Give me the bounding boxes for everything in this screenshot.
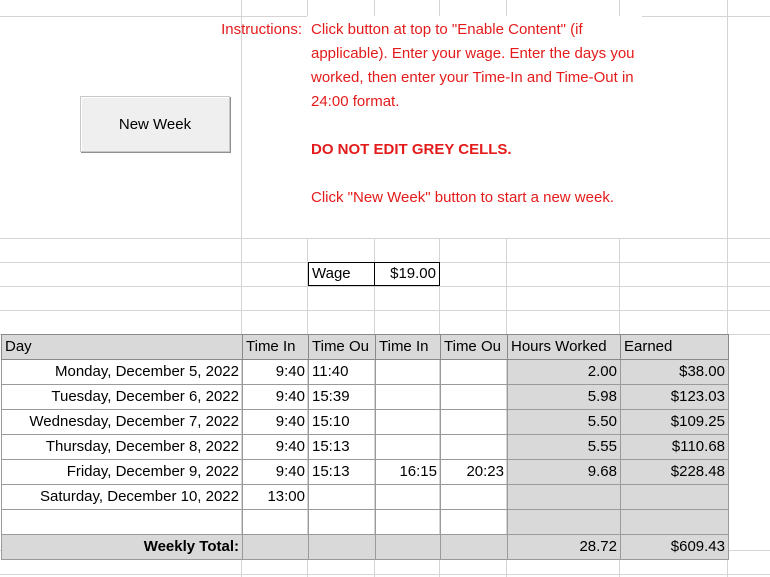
time-in-2-cell[interactable]: 16:15 [375, 459, 441, 485]
total-empty-cell [242, 534, 309, 560]
gridline [0, 238, 770, 239]
time-in-2-cell[interactable] [375, 434, 441, 460]
earned-cell [620, 484, 729, 510]
hours-worked-cell: 9.68 [507, 459, 621, 485]
hours-worked-cell: 5.50 [507, 409, 621, 435]
time-out-1-cell[interactable]: 15:39 [308, 384, 376, 410]
time-in-1-cell[interactable] [242, 509, 309, 535]
new-week-instruction: Click "New Week" button to start a new w… [311, 189, 614, 206]
hours-worked-cell: 2.00 [507, 359, 621, 385]
total-empty-cell [308, 534, 376, 560]
day-cell[interactable] [1, 509, 243, 535]
header-earned: Earned [620, 334, 729, 360]
time-in-2-cell[interactable] [375, 359, 441, 385]
header-time-in-1: Time In [242, 334, 309, 360]
wage-label: Wage [309, 263, 375, 285]
table-row: Wednesday, December 7, 2022 9:40 15:10 5… [1, 409, 729, 435]
day-cell[interactable]: Wednesday, December 7, 2022 [1, 409, 243, 435]
time-out-2-cell[interactable] [440, 484, 508, 510]
time-in-1-cell[interactable]: 9:40 [242, 434, 309, 460]
earned-cell: $110.68 [620, 434, 729, 460]
grey-cells-warning: DO NOT EDIT GREY CELLS. [311, 141, 512, 158]
time-in-2-cell[interactable] [375, 409, 441, 435]
earned-cell [620, 509, 729, 535]
new-week-button[interactable]: New Week [80, 96, 230, 152]
table-row: Tuesday, December 6, 2022 9:40 15:39 5.9… [1, 384, 729, 410]
timesheet-table: Day Time In Time Ou Time In Time Ou Hour… [1, 334, 729, 560]
hours-worked-cell [507, 509, 621, 535]
total-hours-worked: 28.72 [507, 534, 621, 560]
day-cell[interactable]: Monday, December 5, 2022 [1, 359, 243, 385]
earned-cell: $123.03 [620, 384, 729, 410]
time-out-2-cell[interactable] [440, 434, 508, 460]
time-out-1-cell[interactable]: 15:13 [308, 434, 376, 460]
time-out-2-cell[interactable] [440, 409, 508, 435]
hours-worked-cell: 5.55 [507, 434, 621, 460]
instructions-panel: Click button at top to "Enable Content" … [307, 16, 642, 238]
total-empty-cell [440, 534, 508, 560]
time-out-1-cell[interactable]: 15:10 [308, 409, 376, 435]
hours-worked-cell: 5.98 [507, 384, 621, 410]
time-out-1-cell[interactable]: 11:40 [308, 359, 376, 385]
table-row: Saturday, December 10, 2022 13:00 [1, 484, 729, 510]
wage-input-cell[interactable]: $19.00 [375, 263, 439, 285]
time-in-1-cell[interactable]: 9:40 [242, 359, 309, 385]
gridline [0, 310, 770, 311]
earned-cell: $228.48 [620, 459, 729, 485]
table-row [1, 509, 729, 535]
time-in-1-cell[interactable]: 9:40 [242, 409, 309, 435]
table-row: Friday, December 9, 2022 9:40 15:13 16:1… [1, 459, 729, 485]
time-in-2-cell[interactable] [375, 509, 441, 535]
header-time-out-2: Time Ou [440, 334, 508, 360]
time-in-2-cell[interactable] [375, 384, 441, 410]
time-out-1-cell[interactable] [308, 509, 376, 535]
time-out-2-cell[interactable] [440, 509, 508, 535]
instructions-text: Click button at top to "Enable Content" … [311, 21, 635, 110]
time-out-1-cell[interactable] [308, 484, 376, 510]
header-time-out-1: Time Ou [308, 334, 376, 360]
day-cell[interactable]: Friday, December 9, 2022 [1, 459, 243, 485]
time-in-1-cell[interactable]: 9:40 [242, 459, 309, 485]
day-cell[interactable]: Tuesday, December 6, 2022 [1, 384, 243, 410]
table-row: Monday, December 5, 2022 9:40 11:40 2.00… [1, 359, 729, 385]
total-earned: $609.43 [620, 534, 729, 560]
hours-worked-cell [507, 484, 621, 510]
weekly-total-label: Weekly Total: [1, 534, 243, 560]
time-out-1-cell[interactable]: 15:13 [308, 459, 376, 485]
day-cell[interactable]: Saturday, December 10, 2022 [1, 484, 243, 510]
total-empty-cell [375, 534, 441, 560]
time-in-2-cell[interactable] [375, 484, 441, 510]
table-row: Thursday, December 8, 2022 9:40 15:13 5.… [1, 434, 729, 460]
instructions-label: Instructions: [221, 21, 302, 38]
gridline [0, 286, 770, 287]
earned-cell: $109.25 [620, 409, 729, 435]
header-hours-worked: Hours Worked [507, 334, 621, 360]
time-in-1-cell[interactable]: 13:00 [242, 484, 309, 510]
earned-cell: $38.00 [620, 359, 729, 385]
time-out-2-cell[interactable] [440, 359, 508, 385]
time-in-1-cell[interactable]: 9:40 [242, 384, 309, 410]
timesheet-header-row: Day Time In Time Ou Time In Time Ou Hour… [1, 334, 729, 360]
wage-box: Wage $19.00 [308, 262, 440, 286]
day-cell[interactable]: Thursday, December 8, 2022 [1, 434, 243, 460]
header-time-in-2: Time In [375, 334, 441, 360]
header-day: Day [1, 334, 243, 360]
time-out-2-cell[interactable] [440, 384, 508, 410]
weekly-total-row: Weekly Total: 28.72 $609.43 [1, 534, 729, 560]
time-out-2-cell[interactable]: 20:23 [440, 459, 508, 485]
gridline [0, 574, 770, 575]
